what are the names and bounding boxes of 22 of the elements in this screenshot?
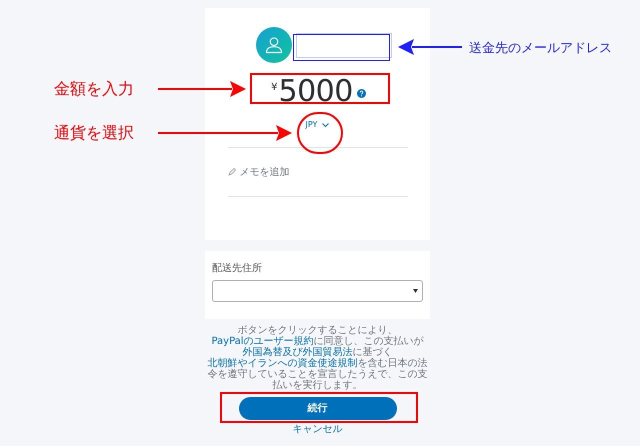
terms-link[interactable]: 外国為替及び外国貿易法 — [242, 347, 352, 358]
annotation-label: 金額を入力 — [54, 78, 134, 100]
shipping-label: 配送先住所 — [212, 262, 263, 276]
annotation-label: 送金先のメールアドレス — [469, 40, 612, 58]
annotation-label: 通貨を選択 — [54, 122, 134, 144]
arrow-icon — [158, 81, 246, 97]
arrow-icon — [158, 125, 292, 141]
memo-link[interactable]: メモを追加 — [240, 164, 290, 180]
pencil-icon — [228, 168, 236, 176]
currency-symbol: ¥ — [271, 81, 278, 95]
terms-text: ボタンをクリックすることにより、 PayPalのユーザー規約に同意し、この支払いが 外国為替及び外国貿易法に基づく 北朝鮮やイランへの資金使途規制を含む日本の法令を遵守していることを宣言したうえで、この支払いを実行します。 — [206, 325, 428, 391]
avatar-icon — [256, 27, 292, 63]
help-icon[interactable] — [356, 89, 366, 98]
continue-button[interactable]: 続行 — [238, 397, 396, 420]
terms-link[interactable]: PayPalのユーザー規約 — [211, 336, 314, 347]
cancel-link[interactable]: キャンセル — [292, 424, 342, 436]
caret-icon — [413, 289, 418, 293]
arrow-icon — [398, 39, 462, 55]
terms-link[interactable]: 北朝鮮やイランへの資金使途規制 — [208, 358, 358, 369]
amount-value[interactable]: 5000 — [278, 77, 353, 107]
chevron-down-icon — [322, 122, 330, 128]
currency-dropdown[interactable]: JPY — [306, 119, 330, 131]
